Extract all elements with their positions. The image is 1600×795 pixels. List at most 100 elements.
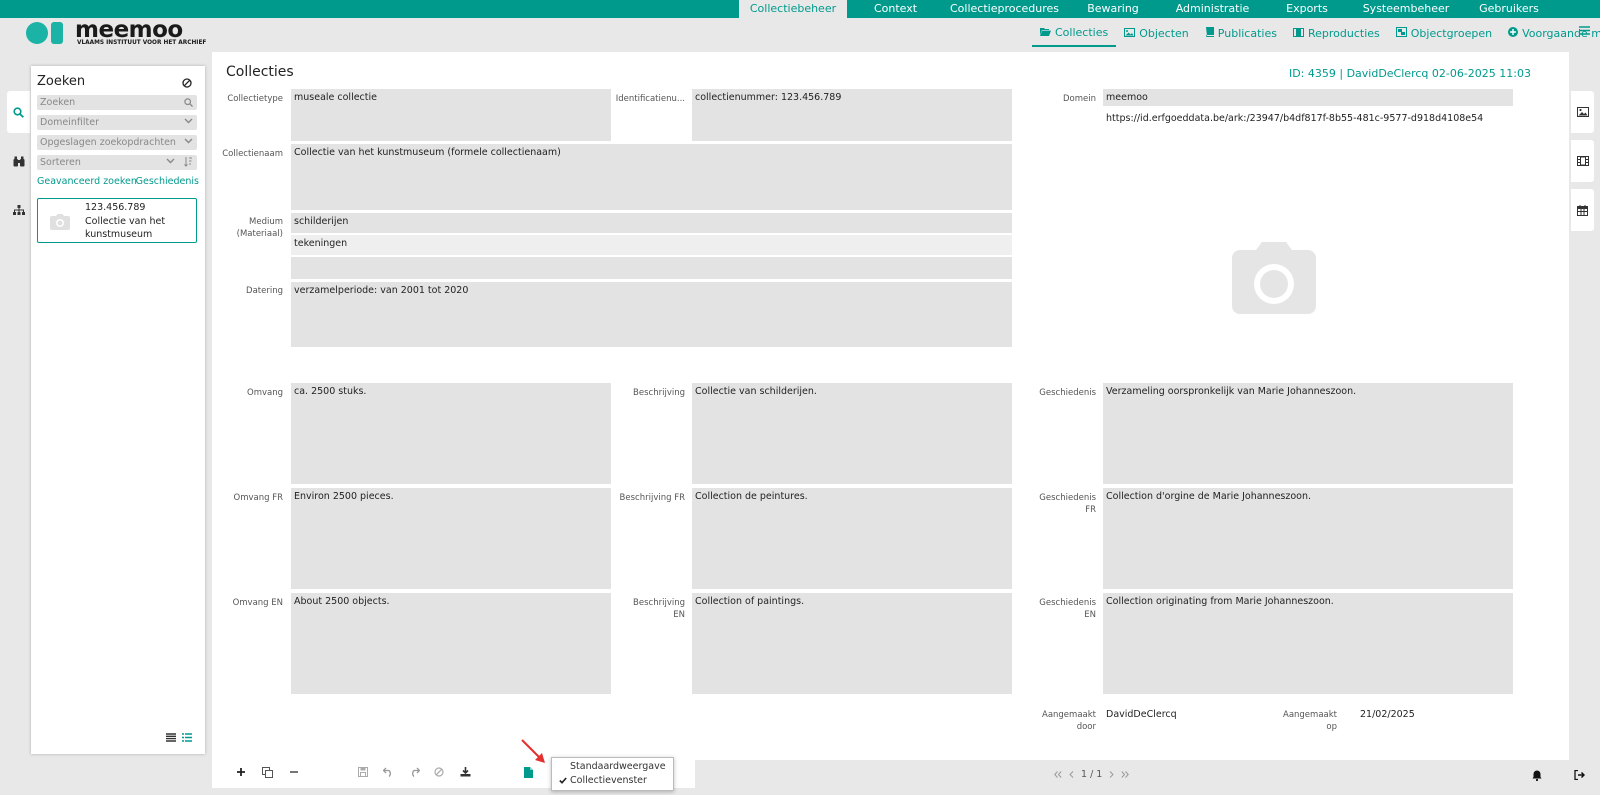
medium-new-value[interactable] <box>291 257 1012 279</box>
calendar-panel-tab[interactable] <box>1571 189 1594 231</box>
subnav-label: Collecties <box>1055 26 1109 39</box>
record-pager: 1 / 1 <box>1054 769 1130 780</box>
advanced-search-link[interactable]: Geavanceerd zoeken <box>37 176 137 187</box>
list-view-icon[interactable] <box>182 733 192 742</box>
explore-panel-tab[interactable] <box>7 140 30 182</box>
page-indicator: 1 / 1 <box>1081 769 1103 780</box>
chevron-down-icon <box>184 118 193 124</box>
sort-select[interactable]: Sorteren <box>37 155 197 170</box>
identificatie-field[interactable]: collectienummer: 123.456.789 <box>692 89 1012 141</box>
domain-filter-select[interactable]: Domeinfilter <box>37 115 197 130</box>
next-page-icon[interactable] <box>1109 771 1115 778</box>
object-group-icon <box>1395 23 1407 45</box>
view-mode-dropdown: Standaardweergave Collectievenster <box>551 757 674 791</box>
aangemaakt-door-label: Aangemaakt door <box>1012 709 1096 733</box>
remove-icon[interactable] <box>289 767 299 777</box>
domain-filter-label: Domeinfilter <box>40 117 99 128</box>
geschiedenis-en-label-line1: Geschiedenis <box>1039 598 1096 608</box>
copy-icon[interactable] <box>262 767 273 778</box>
domein-uri[interactable]: https://id.erfgoeddata.be/ark:/23947/b4d… <box>1106 113 1483 124</box>
omvang-field[interactable]: ca. 2500 stuks. <box>291 383 611 484</box>
search-panel-tab[interactable] <box>7 91 30 133</box>
topnav-collectiebeheer[interactable]: Collectiebeheer <box>739 0 847 18</box>
undo-icon[interactable] <box>383 767 394 777</box>
result-name: Collectie van het kunstmuseum <box>85 216 166 240</box>
clear-search-icon[interactable] <box>182 78 192 88</box>
add-icon[interactable] <box>236 767 246 777</box>
beschrijving-en-field[interactable]: Collection of paintings. <box>692 593 1012 694</box>
sort-label: Sorteren <box>40 157 81 168</box>
save-icon[interactable] <box>358 767 368 777</box>
hamburger-menu-icon[interactable] <box>1579 26 1590 35</box>
collectienaam-field[interactable]: Collectie van het kunstmuseum (formele c… <box>291 144 1012 210</box>
geschiedenis-fr-field[interactable]: Collection d'orgine de Marie Johanneszoo… <box>1103 488 1513 589</box>
geschiedenis-fr-label: Geschiedenis FR <box>1012 492 1096 516</box>
notifications-bell-icon[interactable] <box>1532 770 1542 781</box>
document-view-icon[interactable] <box>524 767 533 778</box>
annotation-arrow-icon <box>521 739 545 763</box>
logo-subtitle: VLAAMS INSTITUUT VOOR HET ARCHIEF <box>77 40 207 46</box>
collection-image-placeholder[interactable] <box>1232 242 1316 314</box>
topnav-context[interactable]: Context <box>847 0 944 18</box>
first-page-icon[interactable] <box>1054 771 1062 778</box>
medium-value-1[interactable]: schilderijen <box>291 213 1012 233</box>
domein-field[interactable]: meemoo <box>1103 89 1513 106</box>
subnav-publicaties[interactable]: Publicaties <box>1197 21 1285 47</box>
topnav-collectieprocedures[interactable]: Collectieprocedures <box>944 0 1065 18</box>
topnav-systeembeheer[interactable]: Systeembeheer <box>1350 0 1462 18</box>
subnav-label: Objectgroepen <box>1410 27 1493 40</box>
checkmark-icon <box>559 777 567 784</box>
aangemaakt-op-label-line1: Aangemaakt <box>1283 710 1337 720</box>
beschrijving-fr-field[interactable]: Collection de peintures. <box>692 488 1012 589</box>
camera-icon <box>50 214 70 230</box>
last-page-icon[interactable] <box>1121 771 1130 778</box>
geschiedenis-en-field[interactable]: Collection originating from Marie Johann… <box>1103 593 1513 694</box>
topnav-administratie[interactable]: Administratie <box>1161 0 1264 18</box>
search-result-item[interactable]: 123.456.789 Collectie van het kunstmuseu… <box>37 198 197 243</box>
subnav-objectgroepen[interactable]: Objectgroepen <box>1388 21 1500 47</box>
topnav-exports[interactable]: Exports <box>1264 0 1350 18</box>
reproductions-panel-tab[interactable] <box>1571 140 1594 182</box>
subnav-reproducties[interactable]: Reproducties <box>1285 21 1388 47</box>
redo-icon[interactable] <box>409 767 420 777</box>
media-panel-tab[interactable] <box>1571 91 1594 133</box>
omvang-label: Omvang <box>247 388 283 398</box>
collectietype-field[interactable]: museale collectie <box>291 89 611 141</box>
search-panel-title: Zoeken <box>37 74 86 89</box>
omvang-fr-field[interactable]: Environ 2500 pieces. <box>291 488 611 589</box>
saved-queries-select[interactable]: Opgeslagen zoekopdrachten <box>37 135 197 150</box>
beschrijving-field[interactable]: Collectie van schilderijen. <box>692 383 1012 484</box>
table-view-icon[interactable] <box>166 733 176 742</box>
top-nav: Collectiebeheer Context Collectieprocedu… <box>739 0 1556 18</box>
aangemaakt-op-label: Aangemaakt op <box>1252 709 1337 733</box>
omvang-en-field[interactable]: About 2500 objects. <box>291 593 611 694</box>
view-option-standaardweergave[interactable]: Standaardweergave <box>570 761 666 772</box>
download-icon[interactable] <box>460 767 471 777</box>
omvang-en-label: Omvang EN <box>232 598 283 608</box>
search-history-link[interactable]: Geschiedenis <box>136 176 199 187</box>
medium-label: Medium (Materiaal) <box>212 216 283 240</box>
medium-value-2[interactable]: tekeningen <box>291 235 1012 255</box>
datering-field[interactable]: verzamelperiode: van 2001 tot 2020 <box>291 282 1012 347</box>
beschrijving-fr-label: Beschrijving FR <box>619 493 685 503</box>
geschiedenis-fr-label-line1: Geschiedenis <box>1039 493 1096 503</box>
subnav-collecties[interactable]: Collecties <box>1032 21 1117 47</box>
search-input[interactable]: Zoeken <box>37 95 197 110</box>
cancel-icon[interactable] <box>434 767 444 777</box>
topnav-bewaring[interactable]: Bewaring <box>1065 0 1161 18</box>
sort-order-icon[interactable] <box>184 157 193 167</box>
geschiedenis-en-label: Geschiedenis EN <box>1012 597 1096 621</box>
topnav-gebruikers[interactable]: Gebruikers <box>1462 0 1556 18</box>
folder-open-icon <box>1040 22 1051 44</box>
previous-page-icon[interactable] <box>1069 771 1074 778</box>
hierarchy-panel-tab[interactable] <box>7 189 30 231</box>
view-option-collectievenster[interactable]: Collectievenster <box>570 775 647 786</box>
logout-icon[interactable] <box>1574 770 1585 780</box>
subnav-objecten[interactable]: Objecten <box>1116 21 1197 47</box>
image-icon <box>1576 107 1589 117</box>
camera-icon <box>1232 242 1316 314</box>
meemoo-logo[interactable]: meemoo VLAAMS INSTITUUT VOOR HET ARCHIEF <box>26 17 207 48</box>
geschiedenis-field[interactable]: Verzameling oorspronkelijk van Marie Joh… <box>1103 383 1513 484</box>
arrow-circle-left-icon <box>1508 23 1519 45</box>
beschrijving-en-label-line2: EN <box>673 610 685 620</box>
